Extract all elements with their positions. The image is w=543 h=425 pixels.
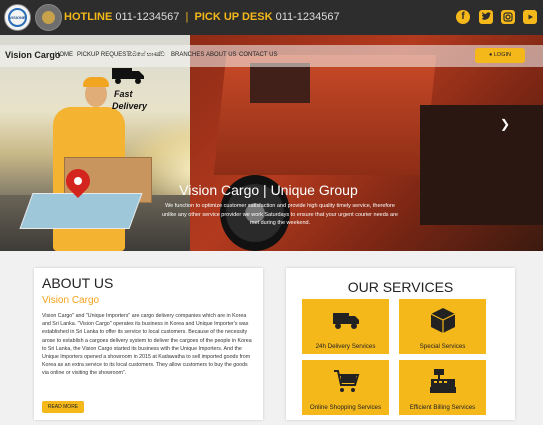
twitter-icon[interactable] xyxy=(479,10,493,24)
user-icon: ● xyxy=(489,52,493,58)
hero-description: We function to optimize customer satisfa… xyxy=(161,203,398,226)
service-label: 24h Delivery Services xyxy=(315,343,376,350)
top-bar: VISIONE HOTLINE 011-1234567 | PICK UP DE… xyxy=(0,0,543,35)
man-cap xyxy=(83,77,109,87)
unique-logo[interactable] xyxy=(35,4,62,31)
about-card: ABOUT US Vision Cargo Vision Cargo" and … xyxy=(34,268,263,420)
delivery-truck-icon xyxy=(112,68,144,84)
logo-text: VISIONE xyxy=(9,15,26,20)
hero-title: Vision Cargo | Unique Group xyxy=(0,182,543,198)
main-nav: Vision Cargo HOME PICKUP REQUEST ඔබගේ භා… xyxy=(0,45,543,67)
about-body: Vision Cargo" and "Unique Importers" are… xyxy=(42,313,252,377)
service-label: Efficient Billing Services xyxy=(409,404,476,411)
service-efficient-billing[interactable]: Efficient Billing Services xyxy=(399,360,486,415)
nav-brand[interactable]: Vision Cargo xyxy=(5,50,60,60)
service-label: Special Services xyxy=(419,343,466,350)
emblem-icon xyxy=(42,11,55,24)
hotline-number: 011-1234567 xyxy=(115,11,180,23)
nav-sinhala[interactable]: ඔබගේ භාණ්ඩ xyxy=(128,52,165,59)
service-label: Online Shopping Services xyxy=(309,404,382,411)
pickup-number: 011-1234567 xyxy=(275,11,340,23)
about-subheading: Vision Cargo xyxy=(42,295,100,306)
map-graphic xyxy=(19,193,143,229)
service-special[interactable]: Special Services xyxy=(399,299,486,354)
separator: | xyxy=(185,11,189,23)
cart-icon xyxy=(334,370,360,392)
service-24h-delivery[interactable]: 24h Delivery Services xyxy=(302,299,389,354)
pickup-label: PICK UP DESK xyxy=(194,11,273,23)
hero-banner: Vision Cargo HOME PICKUP REQUEST ඔබගේ භා… xyxy=(0,35,543,251)
hero-title-text: Vision Cargo | Unique Group xyxy=(179,182,358,198)
truck-window xyxy=(250,63,310,103)
nav-home[interactable]: HOME xyxy=(55,52,73,58)
contact-strip: HOTLINE 011-1234567 | PICK UP DESK 011-1… xyxy=(64,11,340,23)
nav-pickup-request[interactable]: PICKUP REQUEST xyxy=(77,52,130,58)
read-more-button[interactable]: READ MORE xyxy=(42,401,84,413)
instagram-icon[interactable] xyxy=(501,10,515,24)
vision-logo[interactable]: VISIONE xyxy=(4,4,31,31)
nav-about-us[interactable]: ABOUT US xyxy=(206,52,237,58)
cash-register-icon xyxy=(430,369,456,393)
service-online-shopping[interactable]: Online Shopping Services xyxy=(302,360,389,415)
truck-grille xyxy=(420,105,543,225)
services-card: OUR SERVICES 24h Delivery Services Speci… xyxy=(286,268,515,420)
truck-icon xyxy=(333,313,359,329)
services-heading: OUR SERVICES xyxy=(347,279,454,295)
youtube-icon[interactable] xyxy=(523,10,537,24)
chevron-right-icon[interactable]: ❯ xyxy=(500,117,510,131)
nav-branches[interactable]: BRANCHES xyxy=(171,52,204,58)
package-icon xyxy=(430,308,456,333)
facebook-icon[interactable]: f xyxy=(456,10,470,24)
badge-line1: Fast xyxy=(114,89,133,99)
hotline-label: HOTLINE xyxy=(64,11,113,23)
badge-line2: Delivery xyxy=(112,101,148,111)
nav-contact-us[interactable]: CONTACT US xyxy=(239,52,277,58)
truck-cab xyxy=(213,55,437,175)
login-button[interactable]: ● LOGIN xyxy=(475,48,525,63)
login-label: LOGIN xyxy=(493,52,511,58)
fast-delivery-badge: Fast Delivery xyxy=(110,65,150,121)
about-heading: ABOUT US xyxy=(42,275,114,291)
